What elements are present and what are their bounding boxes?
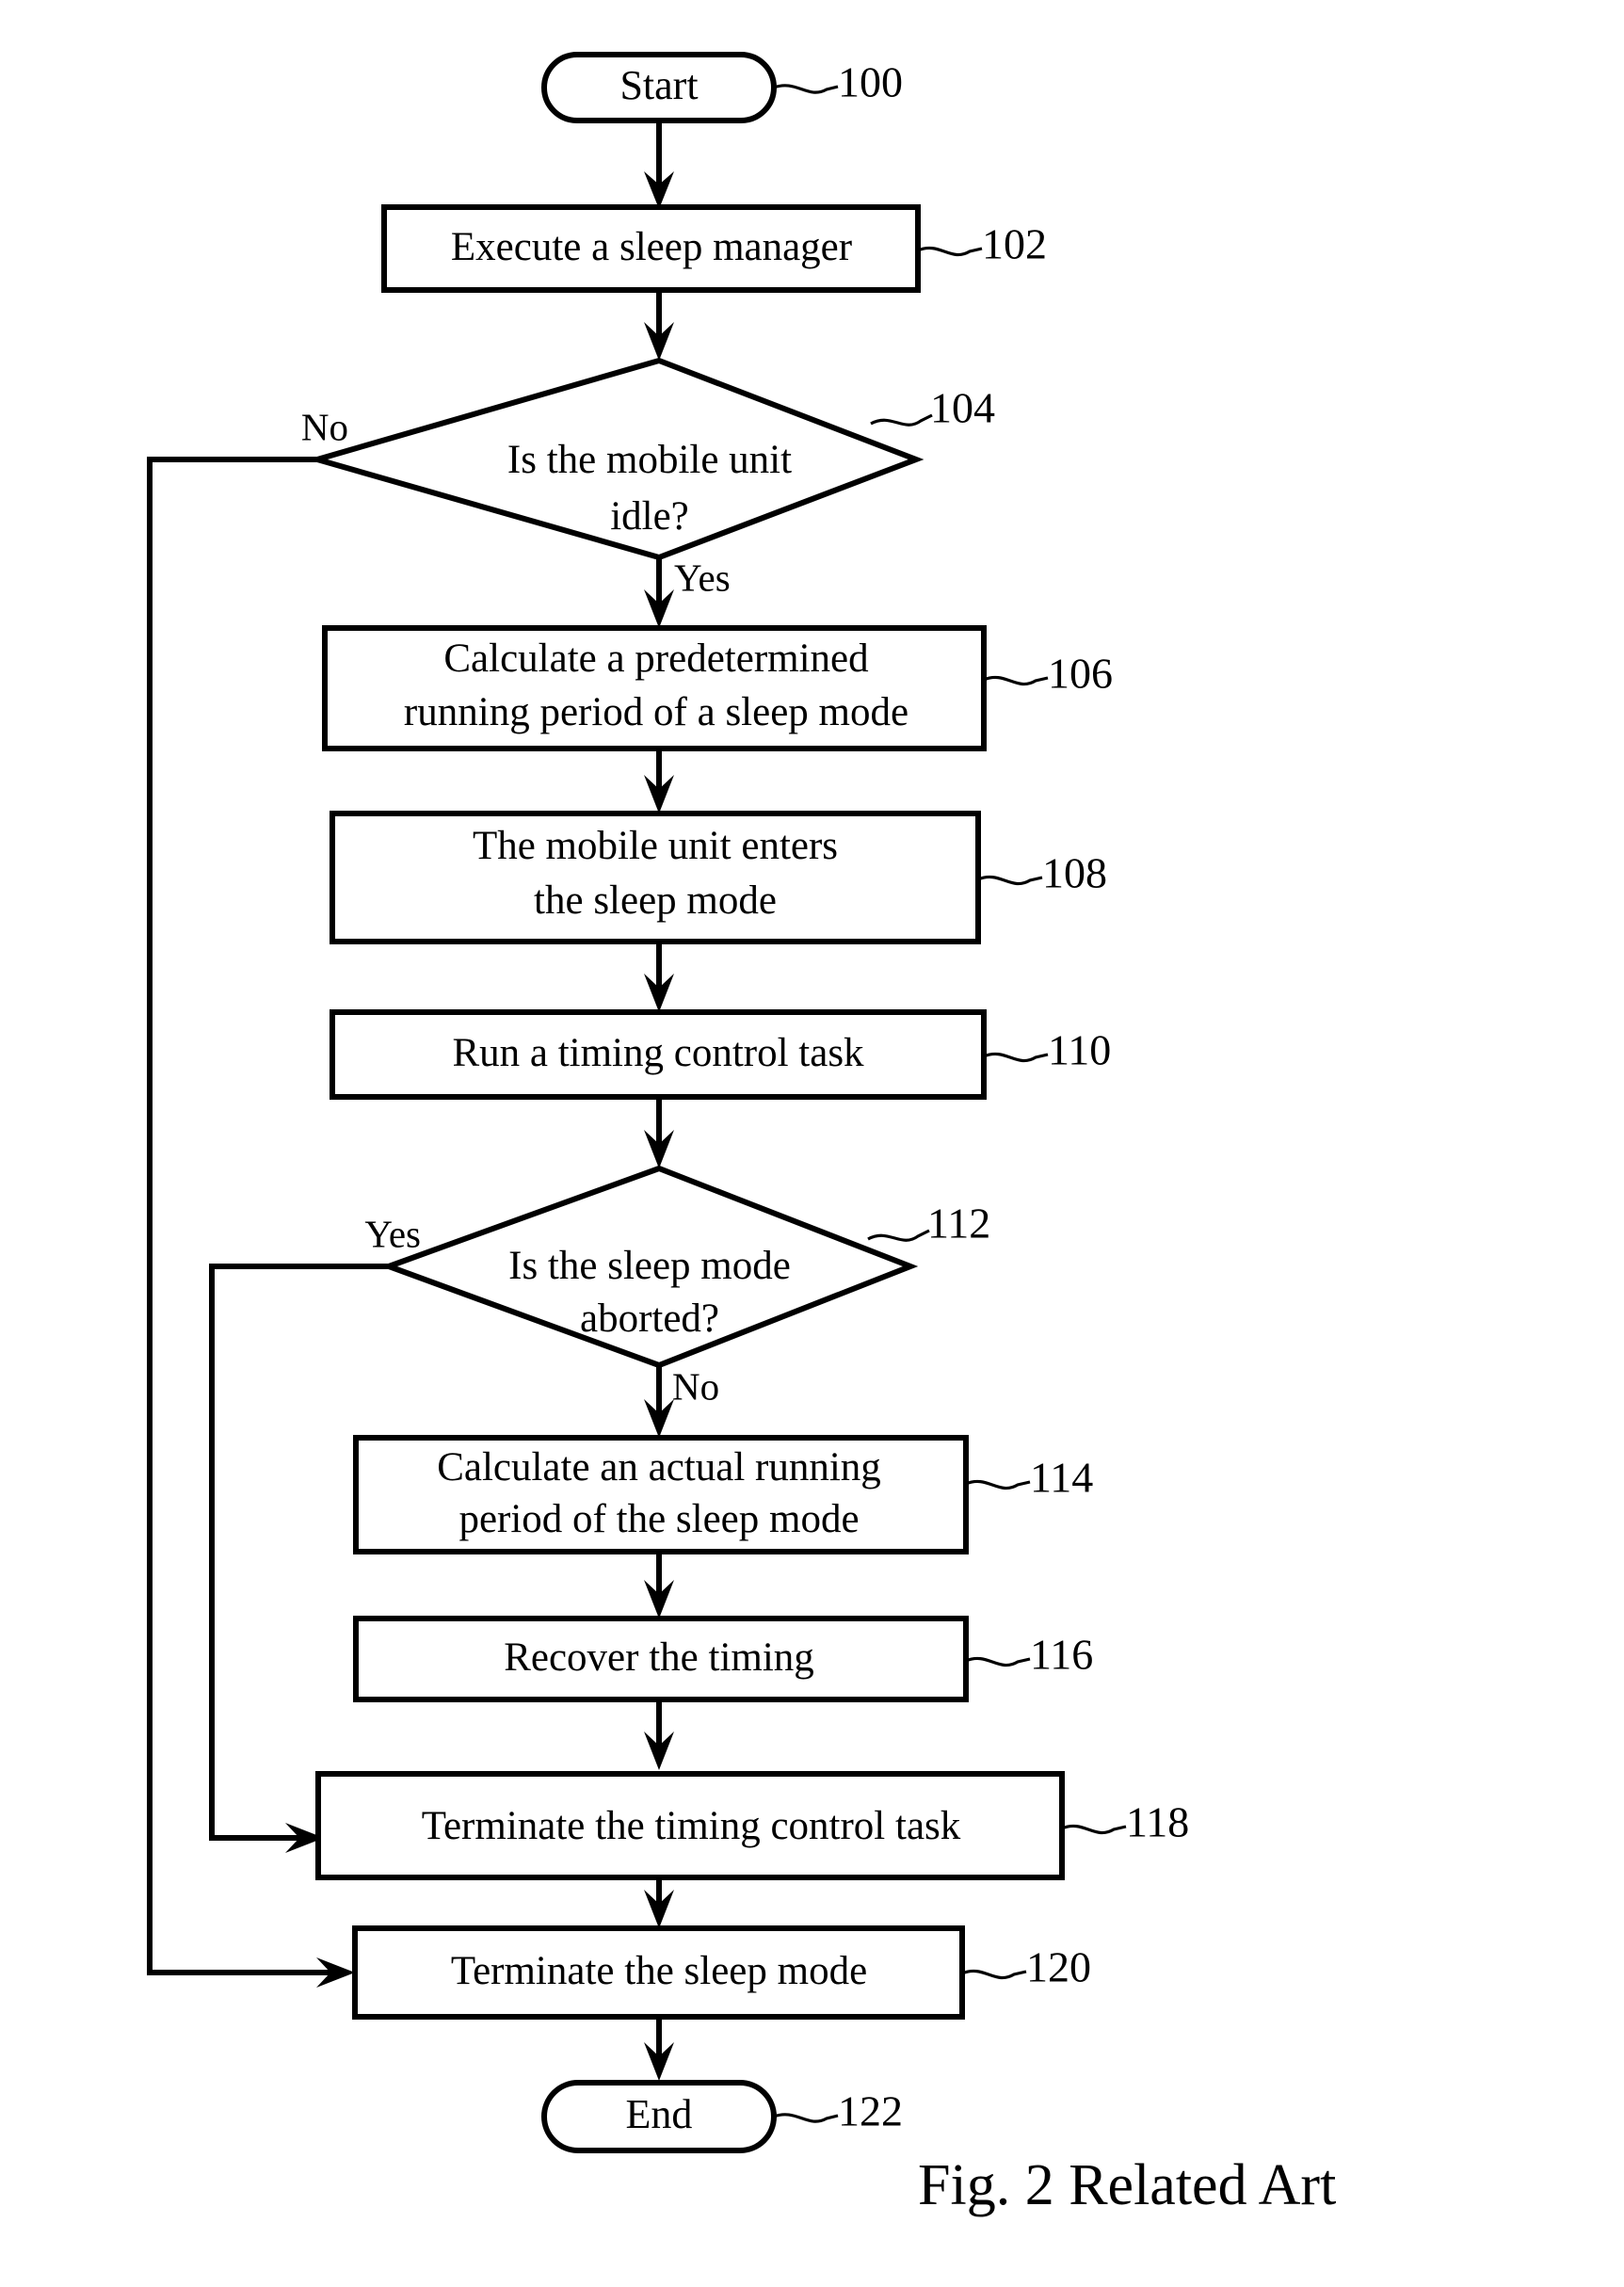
node-start[interactable]: Start 100 [541, 52, 903, 123]
process-box-118-label: Terminate the timing control task [422, 1804, 961, 1848]
ref-number-108: 108 [1042, 849, 1107, 897]
node-112[interactable]: Is the sleep mode aborted? 112 Yes No [364, 1165, 990, 1408]
ref-number-118: 118 [1126, 1798, 1189, 1846]
start-label: Start [619, 62, 698, 108]
decision-112-label-line2: aborted? [580, 1297, 719, 1341]
node-114[interactable]: Calculate an actual running period of th… [353, 1435, 1093, 1554]
process-box-108-label-line1: The mobile unit enters [473, 824, 838, 868]
leader-line-114 [965, 1479, 1031, 1490]
node-108[interactable]: The mobile unit enters the sleep mode 10… [330, 811, 1107, 944]
edge-104-no-to-120 [147, 457, 334, 1975]
ref-number-102: 102 [982, 220, 1047, 268]
process-box-114-label-line1: Calculate an actual running [437, 1445, 881, 1490]
ref-number-122: 122 [838, 2087, 903, 2135]
figure-caption: Fig. 2 Related Art [918, 2153, 1336, 2217]
process-box-114-label-line2: period of the sleep mode [458, 1497, 859, 1541]
figure-page: Start 100 Execute a sleep manager 102 Is… [0, 0, 1624, 2287]
node-102[interactable]: Execute a sleep manager 102 [381, 204, 1047, 293]
leader-line-120 [961, 1969, 1027, 1980]
leader-line-116 [965, 1656, 1031, 1667]
node-104[interactable]: Is the mobile unit idle? 104 No Yes [301, 357, 995, 599]
ref-number-114: 114 [1030, 1454, 1093, 1502]
decision-112-label-line1: Is the sleep mode [508, 1244, 791, 1288]
flowchart-svg: Start 100 Execute a sleep manager 102 Is… [147, 52, 1336, 2217]
node-120[interactable]: Terminate the sleep mode 120 [352, 1925, 1091, 2020]
branch-label-112-yes: Yes [364, 1212, 421, 1255]
ref-number-110: 110 [1048, 1026, 1111, 1074]
node-110[interactable]: Run a timing control task 110 [330, 1009, 1111, 1100]
ref-number-106: 106 [1048, 650, 1113, 698]
leader-line-108 [977, 875, 1043, 886]
process-box-108-label-line2: the sleep mode [534, 878, 777, 923]
branch-label-112-no: No [672, 1364, 719, 1408]
decision-104-label-line1: Is the mobile unit [507, 438, 792, 482]
ref-number-112: 112 [927, 1200, 990, 1248]
ref-number-120: 120 [1026, 1943, 1091, 1991]
process-box-120-label: Terminate the sleep mode [451, 1949, 867, 1993]
leader-line-102 [917, 246, 983, 257]
process-box-116-label: Recover the timing [504, 1635, 814, 1680]
node-116[interactable]: Recover the timing 116 [353, 1616, 1093, 1702]
leader-line-106 [983, 675, 1049, 686]
process-box-106-label-line2: running period of a sleep mode [404, 690, 908, 734]
leader-line-104 [870, 413, 933, 427]
process-box-102-label: Execute a sleep manager [451, 225, 852, 269]
branch-label-104-no: No [301, 405, 348, 448]
node-end[interactable]: End 122 [541, 2080, 903, 2153]
end-label: End [626, 2091, 693, 2137]
process-box-110-label: Run a timing control task [452, 1031, 864, 1075]
ref-number-100: 100 [838, 58, 903, 106]
leader-line-100 [773, 84, 839, 94]
leader-line-110 [983, 1052, 1049, 1063]
node-106[interactable]: Calculate a predetermined running period… [322, 625, 1113, 751]
node-118[interactable]: Terminate the timing control task 118 [315, 1771, 1189, 1880]
leader-line-118 [1061, 1824, 1127, 1835]
process-box-106-label-line1: Calculate a predetermined [443, 636, 868, 681]
ref-number-116: 116 [1030, 1631, 1093, 1679]
ref-number-104: 104 [930, 384, 995, 432]
branch-label-104-yes: Yes [674, 556, 731, 599]
leader-line-122 [773, 2113, 839, 2123]
leader-line-112 [867, 1229, 930, 1242]
decision-104-label-line2: idle? [610, 494, 689, 539]
